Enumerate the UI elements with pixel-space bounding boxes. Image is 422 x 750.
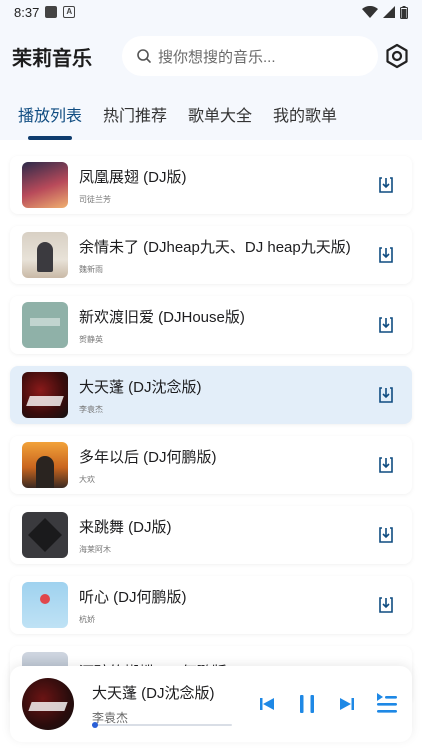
song-meta: 大天蓬 (DJ沈念版) 李袁杰: [79, 376, 376, 415]
tab-bar: 播放列表 热门推荐 歌单大全 我的歌单: [0, 88, 422, 140]
search-placeholder: 搜你想搜的音乐...: [158, 48, 276, 66]
download-button[interactable]: [376, 385, 396, 405]
download-icon: [379, 247, 393, 263]
tab-hot-recommend[interactable]: 热门推荐: [97, 94, 173, 134]
playlist-icon: [377, 693, 397, 713]
song-artist: 司徒兰芳: [79, 194, 111, 204]
settings-icon: [386, 43, 408, 69]
notification-settings-icon: [45, 6, 58, 18]
song-title: 新欢渡旧爱 (DJHouse版): [79, 308, 245, 326]
status-right: [362, 5, 408, 19]
pause-button[interactable]: [298, 694, 316, 714]
wifi-icon: [362, 6, 378, 18]
song-meta: 新欢渡旧爱 (DJHouse版) 贺静英: [79, 306, 376, 345]
pause-icon: [300, 695, 314, 713]
battery-icon: [400, 5, 408, 19]
song-row[interactable]: 来跳舞 (DJ版) 海莱阿木: [10, 506, 412, 564]
song-row[interactable]: 凤凰展翅 (DJ版) 司徒兰芳: [10, 156, 412, 214]
song-title: 来跳舞 (DJ版): [79, 518, 172, 536]
previous-button[interactable]: [260, 697, 276, 711]
album-cover: [22, 372, 68, 418]
status-time: 8:37: [14, 4, 40, 20]
song-row[interactable]: 余情未了 (DJheap九天、DJ heap九天版) 魏新雨: [10, 226, 412, 284]
tab-playlist-collection[interactable]: 歌单大全: [182, 94, 258, 134]
download-icon: [379, 317, 393, 333]
playlist-button[interactable]: [376, 692, 398, 716]
album-cover: [22, 232, 68, 278]
download-icon: [379, 597, 393, 613]
song-row-current[interactable]: 大天蓬 (DJ沈念版) 李袁杰: [10, 366, 412, 424]
download-icon: [379, 527, 393, 543]
next-button[interactable]: [338, 697, 354, 711]
notification-a-icon: A: [63, 6, 76, 18]
search-icon: [137, 49, 151, 63]
settings-button[interactable]: [384, 43, 410, 69]
song-artist: 海莱阿木: [79, 544, 111, 554]
skip-previous-icon: [260, 698, 274, 710]
player-controls: [260, 666, 398, 742]
song-row[interactable]: 听心 (DJ何鹏版) 杭娇: [10, 576, 412, 634]
progress-handle[interactable]: [91, 722, 98, 728]
song-meta: 凤凰展翅 (DJ版) 司徒兰芳: [79, 166, 376, 205]
status-bar: 8:37 A: [0, 0, 422, 24]
download-button[interactable]: [376, 525, 396, 545]
download-button[interactable]: [376, 175, 396, 195]
song-title: 大天蓬 (DJ沈念版): [79, 378, 202, 396]
song-meta: 来跳舞 (DJ版) 海莱阿木: [79, 516, 376, 555]
app-bar: 茉莉音乐 搜你想搜的音乐...: [0, 24, 422, 88]
song-title: 多年以后 (DJ何鹏版): [79, 448, 217, 466]
album-cover: [22, 442, 68, 488]
song-meta: 听心 (DJ何鹏版) 杭娇: [79, 586, 376, 625]
player-song-title: 大天蓬 (DJ沈念版): [92, 685, 215, 702]
status-left: 8:37 A: [14, 4, 76, 20]
song-title: 听心 (DJ何鹏版): [79, 588, 187, 606]
song-artist: 大欢: [79, 474, 95, 484]
skip-next-icon: [340, 698, 354, 710]
download-button[interactable]: [376, 245, 396, 265]
tab-playlist[interactable]: 播放列表: [12, 94, 88, 140]
song-meta: 多年以后 (DJ何鹏版) 大欢: [79, 446, 376, 485]
download-button[interactable]: [376, 455, 396, 475]
progress-bar[interactable]: [91, 722, 232, 728]
download-button[interactable]: [376, 315, 396, 335]
song-row[interactable]: 新欢渡旧爱 (DJHouse版) 贺静英: [10, 296, 412, 354]
song-row[interactable]: 多年以后 (DJ何鹏版) 大欢: [10, 436, 412, 494]
download-button[interactable]: [376, 595, 396, 615]
search-input[interactable]: 搜你想搜的音乐...: [122, 36, 378, 76]
song-artist: 杭娇: [79, 614, 95, 624]
tab-my-playlists[interactable]: 我的歌单: [267, 94, 343, 134]
song-artist: 李袁杰: [79, 404, 103, 414]
album-cover: [22, 582, 68, 628]
album-cover: [22, 302, 68, 348]
app-title: 茉莉音乐: [12, 47, 92, 70]
player-album-cover[interactable]: [22, 678, 74, 730]
song-artist: 魏新雨: [79, 264, 103, 274]
mini-player[interactable]: 大天蓬 (DJ沈念版) 李袁杰: [10, 666, 412, 742]
album-cover: [22, 162, 68, 208]
song-artist: 贺静英: [79, 334, 103, 344]
download-icon: [379, 387, 393, 403]
signal-icon: [383, 6, 395, 18]
song-title: 余情未了 (DJheap九天、DJ heap九天版): [79, 238, 351, 256]
download-icon: [379, 457, 393, 473]
song-meta: 余情未了 (DJheap九天、DJ heap九天版) 魏新雨: [79, 236, 376, 275]
download-icon: [379, 177, 393, 193]
song-title: 凤凰展翅 (DJ版): [79, 168, 187, 186]
album-cover: [22, 512, 68, 558]
player-meta: 大天蓬 (DJ沈念版) 李袁杰: [92, 682, 242, 726]
